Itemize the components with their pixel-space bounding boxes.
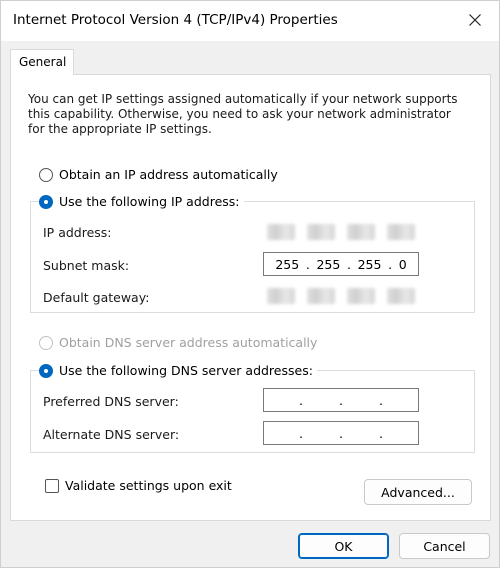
alternate-dns-field[interactable]: . . .: [263, 421, 419, 445]
close-button[interactable]: [453, 3, 497, 37]
obtain-ip-auto-label: Obtain an IP address automatically: [59, 167, 278, 182]
close-icon: [469, 14, 481, 26]
preferred-dns-field[interactable]: . . .: [263, 388, 419, 412]
octet-separator: .: [388, 256, 393, 272]
redacted-octet: [307, 288, 335, 304]
ok-button-label: OK: [334, 538, 353, 554]
use-following-ip-radio[interactable]: Use the following IP address:: [39, 194, 244, 209]
window-title: Internet Protocol Version 4 (TCP/IPv4) P…: [13, 12, 338, 28]
subnet-octet-3: 255: [357, 256, 382, 272]
advanced-button[interactable]: Advanced...: [364, 479, 472, 505]
redacted-octet: [307, 224, 335, 240]
default-gateway-label: Default gateway:: [43, 290, 150, 305]
preferred-dns-label: Preferred DNS server:: [43, 394, 179, 409]
use-following-ip-label: Use the following IP address:: [59, 194, 240, 209]
obtain-dns-auto-radio[interactable]: Obtain DNS server address automatically: [39, 335, 317, 350]
octet-separator: .: [299, 392, 303, 408]
obtain-ip-auto-radio[interactable]: Obtain an IP address automatically: [39, 167, 278, 182]
redacted-octet: [267, 288, 295, 304]
subnet-octet-2: 255: [316, 256, 341, 272]
obtain-dns-auto-label: Obtain DNS server address automatically: [59, 335, 318, 350]
redacted-octet: [347, 224, 375, 240]
obtain-ip-auto-radio-dot: [39, 167, 53, 182]
redacted-octet: [387, 224, 415, 240]
validate-settings-label: Validate settings upon exit: [65, 478, 232, 493]
redacted-octet: [387, 288, 415, 304]
octet-separator: .: [338, 425, 343, 441]
title-bar: Internet Protocol Version 4 (TCP/IPv4) P…: [1, 1, 499, 41]
alternate-dns-label: Alternate DNS server:: [43, 427, 180, 442]
use-following-dns-label: Use the following DNS server addresses:: [59, 363, 313, 378]
cancel-button[interactable]: Cancel: [399, 533, 490, 559]
octet-separator: .: [305, 256, 310, 272]
intro-text: You can get IP settings assigned automat…: [28, 92, 458, 136]
validate-settings-checkbox[interactable]: Validate settings upon exit: [45, 478, 232, 493]
obtain-dns-auto-radio-dot: [39, 335, 53, 350]
subnet-octet-4: 0: [398, 256, 407, 272]
octet-separator: .: [378, 392, 383, 408]
subnet-mask-field[interactable]: 255. 255. 255. 0: [263, 252, 419, 276]
ip-address-field[interactable]: [263, 220, 419, 244]
use-following-dns-radio[interactable]: Use the following DNS server addresses:: [39, 363, 317, 378]
octet-separator: .: [299, 425, 303, 441]
cancel-button-label: Cancel: [423, 538, 466, 554]
advanced-button-label: Advanced...: [381, 484, 455, 500]
validate-settings-box: [45, 478, 59, 493]
tab-general[interactable]: General: [10, 49, 74, 75]
dialog-window: Internet Protocol Version 4 (TCP/IPv4) P…: [0, 0, 500, 568]
subnet-octet-1: 255: [275, 256, 300, 272]
use-following-dns-radio-dot: [39, 363, 53, 378]
subnet-mask-label: Subnet mask:: [43, 258, 130, 273]
octet-separator: .: [378, 425, 383, 441]
tab-general-label: General: [19, 55, 67, 69]
octet-separator: .: [338, 392, 343, 408]
octet-separator: .: [346, 256, 351, 272]
default-gateway-field[interactable]: [263, 284, 419, 308]
redacted-octet: [347, 288, 375, 304]
use-following-ip-radio-dot: [39, 194, 53, 209]
redacted-octet: [267, 224, 295, 240]
ip-address-label: IP address:: [43, 225, 112, 240]
ok-button[interactable]: OK: [298, 533, 389, 559]
